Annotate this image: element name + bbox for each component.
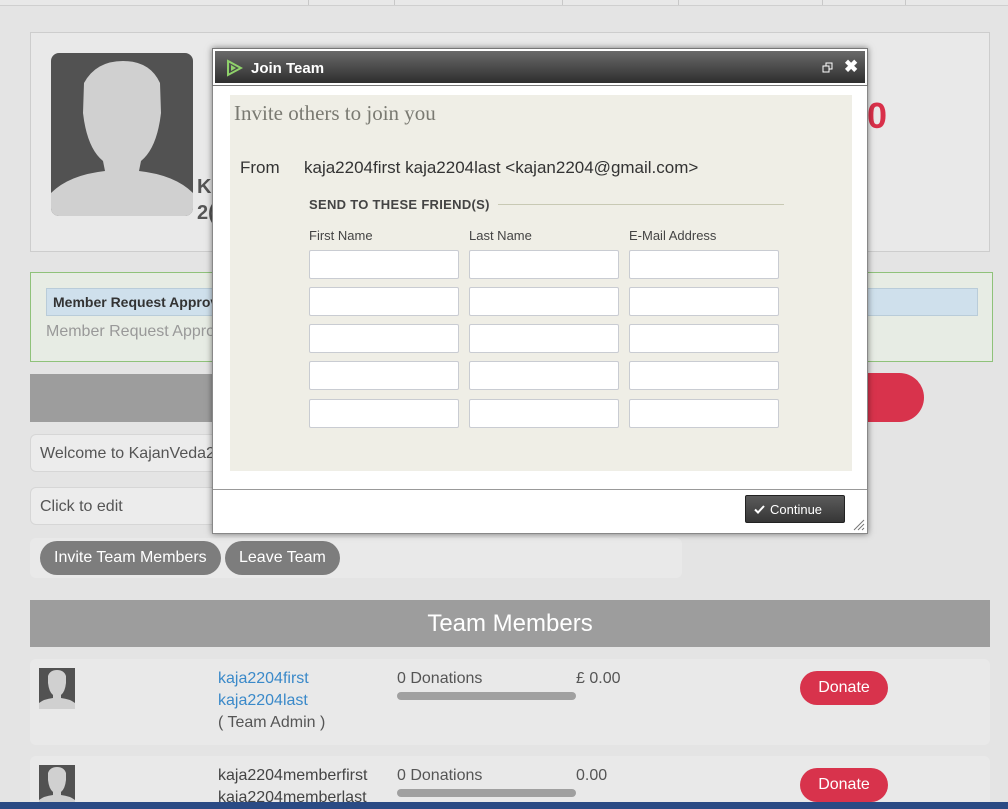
member-donation-bar [397, 789, 576, 797]
invite-form: Invite others to join you From kaja2204f… [230, 95, 852, 471]
send-to-friends-legend: SEND TO THESE FRIEND(S) [309, 197, 490, 212]
legend-divider [498, 204, 784, 205]
dialog-footer-divider [213, 489, 867, 490]
friend-first-name-input[interactable] [309, 399, 459, 428]
profile-avatar [51, 53, 193, 216]
friend-email-input[interactable] [629, 399, 779, 428]
restore-icon[interactable] [822, 62, 834, 74]
donate-button[interactable]: Donate [800, 671, 888, 705]
nav-separator [905, 0, 906, 5]
member-request-text: Member Request Appro [46, 323, 215, 340]
friend-last-name-input[interactable] [469, 324, 619, 353]
os-taskbar [0, 802, 1008, 809]
leave-team-button[interactable]: Leave Team [225, 541, 340, 575]
email-column-header: E-Mail Address [629, 228, 717, 243]
friend-first-name-input[interactable] [309, 324, 459, 353]
user-silhouette-icon [39, 670, 75, 709]
dialog-titlebar[interactable]: Join Team ✖ [212, 48, 868, 86]
nav-separator [308, 0, 309, 5]
member-first-name-link[interactable]: kaja2204first [218, 668, 325, 690]
friend-last-name-input[interactable] [469, 361, 619, 390]
nav-separator [678, 0, 679, 5]
user-silhouette-icon [39, 767, 75, 806]
friend-first-name-input[interactable] [309, 361, 459, 390]
member-avatar [39, 765, 75, 806]
app-logo-icon [227, 59, 243, 77]
close-icon[interactable]: ✖ [844, 57, 858, 77]
nav-separator [562, 0, 563, 5]
from-label: From [240, 158, 280, 177]
nav-separator [822, 0, 823, 5]
raised-amount-fragment: 0 [867, 95, 888, 136]
invite-heading: Invite others to join you [234, 101, 436, 125]
invite-team-members-button[interactable]: Invite Team Members [40, 541, 221, 575]
friend-email-input[interactable] [629, 287, 779, 316]
first-name-column-header: First Name [309, 228, 373, 243]
member-amount: £ 0.00 [576, 670, 621, 687]
donate-button[interactable]: Donate [800, 768, 888, 802]
team-members-header: Team Members [30, 600, 990, 647]
member-donations-count: 0 Donations [397, 767, 483, 784]
profile-name-fragment: K [197, 176, 212, 198]
friend-first-name-input[interactable] [309, 250, 459, 279]
dialog-title: Join Team [251, 60, 325, 77]
friend-last-name-input[interactable] [469, 287, 619, 316]
friend-email-input[interactable] [629, 361, 779, 390]
member-donation-bar [397, 692, 576, 700]
member-row: kaja2204first kaja2204last ( Team Admin … [30, 659, 990, 745]
team-actions: Invite Team Members Leave Team [30, 538, 682, 578]
friend-email-input[interactable] [629, 324, 779, 353]
member-last-name-link[interactable]: kaja2204last [218, 690, 325, 712]
last-name-column-header: Last Name [469, 228, 532, 243]
friend-email-input[interactable] [629, 250, 779, 279]
checkmark-icon [754, 505, 765, 514]
member-first-name: kaja2204memberfirst [218, 767, 368, 784]
member-amount: 0.00 [576, 767, 608, 784]
friend-last-name-input[interactable] [469, 250, 619, 279]
join-team-dialog: Join Team ✖ Invite others to join you Fr… [212, 48, 868, 534]
continue-button[interactable]: Continue [745, 495, 845, 523]
member-name: kaja2204first kaja2204last ( Team Admin … [218, 668, 325, 734]
member-avatar [39, 668, 75, 709]
nav-separator [394, 0, 395, 5]
friend-first-name-input[interactable] [309, 287, 459, 316]
continue-label: Continue [770, 502, 823, 517]
from-value: kaja2204first kaja2204last <kajan2204@gm… [304, 158, 699, 177]
member-role: ( Team Admin ) [218, 714, 326, 731]
user-silhouette-icon [51, 61, 193, 216]
top-nav-strip [0, 0, 1008, 6]
friend-last-name-input[interactable] [469, 399, 619, 428]
member-donations-count: 0 Donations [397, 670, 483, 687]
resize-grip-icon[interactable] [851, 517, 865, 531]
